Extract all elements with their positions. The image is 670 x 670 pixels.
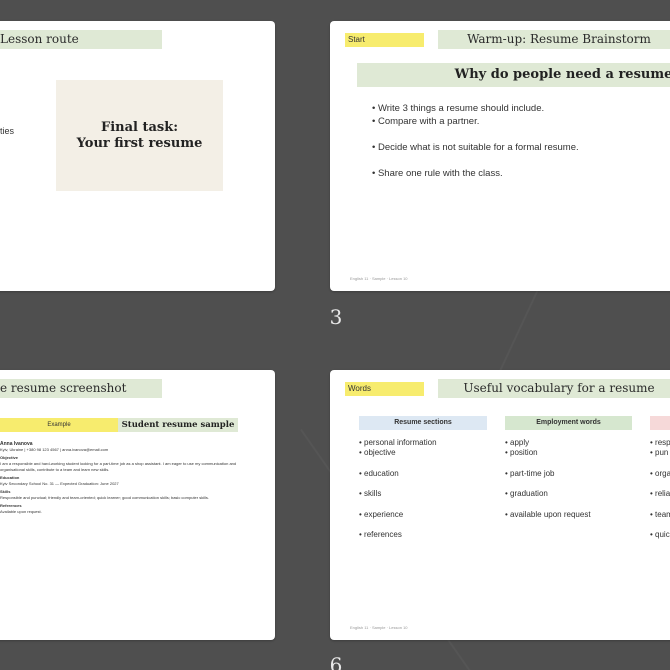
slide-title: Useful vocabulary for a resume — [438, 379, 670, 398]
list-item: • pun — [650, 448, 669, 457]
slide-title: Warm-up: Resume Brainstorm — [438, 30, 670, 49]
list-item: • personal information — [359, 438, 437, 447]
list-item: • orga — [650, 468, 670, 478]
final-task-line2: Your first resume — [76, 135, 203, 151]
resume-text: I am a responsible and hard-working stud… — [0, 461, 237, 472]
list-item: • position — [505, 448, 538, 457]
final-task-box: Final task: Your first resume — [56, 80, 223, 191]
list-item: • Share one rule with the class. — [372, 168, 503, 179]
slide-thumbnail-3[interactable]: Start Warm-up: Resume Brainstorm Why do … — [330, 21, 670, 291]
resume-contact: Kyiv, Ukraine | +380 98 123 4567 | anna.… — [0, 447, 109, 452]
list-item: • Write 3 things a resume should include… — [372, 103, 545, 114]
list-item: • skills — [359, 489, 382, 498]
list-item: • resp — [650, 438, 670, 447]
list-item: • team — [650, 509, 670, 519]
column-heading: Resume sections — [359, 416, 487, 430]
list-item: • graduation — [505, 489, 548, 498]
final-task-line1: Final task: — [100, 119, 179, 135]
resume-text: Responsible and punctual; friendly and t… — [0, 495, 209, 500]
vocab-column: • apply • position • part-time job • gra… — [505, 438, 591, 530]
vocab-column: • resp • pun • orga • relia • team • qui… — [650, 438, 670, 551]
slide-title: e resume screenshot — [0, 379, 162, 398]
list-item: • available upon request — [505, 509, 591, 519]
slide-footer: English 11 · Sample · Lesson 10 — [350, 276, 408, 281]
list-item: • objective — [359, 448, 396, 457]
route-text: ties — [0, 126, 15, 136]
slide-thumbnail-6[interactable]: Words Useful vocabulary for a resume Res… — [330, 370, 670, 640]
slide-thumbnail-5[interactable]: e resume screenshot Example Student resu… — [0, 370, 275, 640]
list-item: • part-time job — [505, 468, 555, 478]
list-item: • Decide what is not suitable for a form… — [372, 142, 579, 153]
resume-text: Available upon request. — [0, 509, 42, 514]
list-item: • references — [359, 530, 402, 539]
column-heading: Employment words — [505, 416, 632, 430]
slide-footer: English 11 · Sample · Lesson 10 — [350, 625, 408, 630]
column-heading — [650, 416, 670, 430]
list-item: • apply — [505, 438, 530, 447]
example-tag: Example — [0, 418, 118, 432]
list-item: • Compare with a partner. — [372, 116, 480, 127]
slide-title: Lesson route — [0, 30, 162, 49]
list-item: • experience — [359, 509, 404, 519]
slide-sorter-view: Lesson route ties Final task: Your first… — [0, 0, 670, 670]
resume-text: Kyiv Secondary School No. 31 — Expected … — [0, 481, 119, 486]
slide-number: 3 — [329, 305, 343, 329]
bullet-list: • Write 3 things a resume should include… — [372, 102, 579, 180]
slide-number: 6 — [329, 653, 343, 670]
sample-heading: Student resume sample — [118, 418, 238, 432]
resume-sample: Anna Ivanova Kyiv, Ukraine | +380 98 123… — [0, 441, 240, 515]
list-item: • quic — [650, 530, 670, 539]
vocab-column: • personal information • objective • edu… — [359, 438, 437, 551]
question-heading: Why do people need a resume? — [357, 63, 670, 87]
list-item: • relia — [650, 489, 670, 498]
list-item: • education — [359, 468, 399, 478]
slide-thumbnail-2[interactable]: Lesson route ties Final task: Your first… — [0, 21, 275, 291]
section-tag: Words — [345, 382, 424, 396]
section-tag: Start — [345, 33, 424, 47]
